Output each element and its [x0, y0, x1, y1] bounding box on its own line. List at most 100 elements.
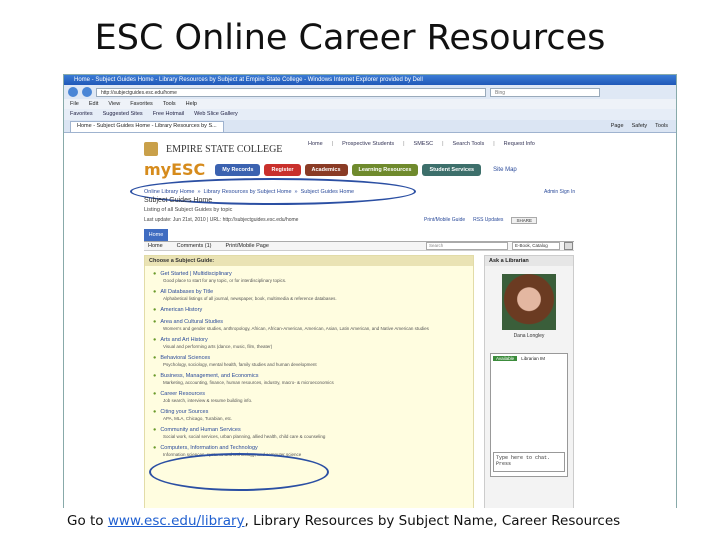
- guide-desc: Women's and gender studies, anthropology…: [163, 326, 429, 331]
- sub-toolbar: Home Comments (1) Print/Mobile Page: [144, 241, 574, 251]
- toplink-request-info[interactable]: Request Info: [504, 141, 535, 147]
- site-search-input[interactable]: Search: [426, 242, 508, 250]
- favorites-button[interactable]: Favorites: [70, 109, 93, 120]
- chat-widget: Available Librarian IM Type here to chat…: [490, 353, 568, 477]
- toplink-prospective[interactable]: Prospective Students: [342, 141, 394, 147]
- share-button[interactable]: SHARE: [511, 217, 537, 224]
- nav-register[interactable]: Register: [264, 163, 301, 176]
- safety-menu[interactable]: Safety: [632, 120, 648, 132]
- chat-title: Librarian IM: [521, 356, 545, 361]
- top-links: Home | Prospective Students | SMESC | Searc…: [308, 141, 535, 147]
- list-item: ● Area and Cultural Studies Women's and ge…: [153, 319, 473, 331]
- menu-tools[interactable]: Tools: [163, 99, 176, 109]
- page-title: Subject Guides Home: [144, 197, 213, 204]
- guide-link-career-resources[interactable]: Career Resources: [160, 391, 205, 397]
- highlight-oval-career: [149, 453, 329, 491]
- list-item: ● Community and Human Services Social work…: [153, 427, 473, 439]
- toplink-search-tools[interactable]: Search Tools: [453, 141, 485, 147]
- toplink-smesc[interactable]: SMESC: [414, 141, 434, 147]
- page-meta: Last update: Jun 21st, 2010 | URL: http:…: [144, 217, 299, 223]
- tab-bar: Home - Subject Guides Home - Library Res…: [64, 120, 676, 133]
- guide-link[interactable]: All Databases by Title: [160, 289, 213, 295]
- caption-prefix: Go to: [67, 513, 108, 529]
- site-logo[interactable]: EMPIRE STATE COLLEGE: [144, 139, 282, 159]
- list-item: ● Get Started | Multidisciplinary Good pla…: [153, 271, 473, 283]
- tools-menu[interactable]: Tools: [655, 120, 668, 132]
- subbar-home[interactable]: Home: [148, 242, 163, 250]
- guide-link[interactable]: Behavioral Sciences: [160, 355, 210, 361]
- menu-view[interactable]: View: [108, 99, 120, 109]
- browser-tab[interactable]: Home - Subject Guides Home - Library Res…: [70, 121, 224, 132]
- menu-edit[interactable]: Edit: [89, 99, 98, 109]
- admin-sign-in-link[interactable]: Admin Sign In: [544, 189, 575, 195]
- guide-desc: Marketing, accounting, finance, human re…: [163, 380, 334, 385]
- list-item: ● All Databases by Title Alphabetical list…: [153, 289, 473, 301]
- fav-suggested-sites[interactable]: Suggested Sites: [103, 109, 143, 120]
- page-menu[interactable]: Page: [611, 120, 624, 132]
- caption-suffix: , Library Resources by Subject Name, Car…: [244, 513, 621, 529]
- list-item: ● Citing your Sources APA, MLA, Chicago, T…: [153, 409, 473, 421]
- forward-icon[interactable]: [82, 87, 92, 97]
- browser-screenshot: Home - Subject Guides Home - Library Res…: [63, 74, 677, 534]
- library-link[interactable]: www.esc.edu/library: [108, 513, 245, 529]
- librarian-photo: [502, 274, 556, 330]
- fav-web-slice-gallery[interactable]: Web Slice Gallery: [194, 109, 238, 120]
- guide-desc: Visual and performing arts (dance, music…: [163, 344, 273, 349]
- guide-desc: Job search, interview & resume building …: [163, 398, 253, 403]
- nav-learning-resources[interactable]: Learning Resources: [351, 163, 419, 176]
- print-guide-link[interactable]: Print/Mobile Guide: [424, 217, 465, 224]
- slide-title: ESC Online Career Resources: [94, 18, 606, 58]
- toplink-home[interactable]: Home: [308, 141, 323, 147]
- web-page: EMPIRE STATE COLLEGE Home | Prospective S…: [64, 133, 676, 533]
- search-go-button[interactable]: [564, 242, 573, 250]
- list-item: ● Behavioral Sciences Psychology, sociolog…: [153, 355, 473, 367]
- menu-help[interactable]: Help: [186, 99, 197, 109]
- print-page-link[interactable]: Print/Mobile Page: [226, 242, 269, 250]
- myesc-logo[interactable]: myESC: [144, 160, 205, 179]
- guide-link[interactable]: Arts and Art History: [160, 337, 207, 343]
- page-subtitle: Listing of all Subject Guides by topic: [144, 207, 233, 213]
- menu-bar: File Edit View Favorites Tools Help: [64, 99, 676, 109]
- address-input[interactable]: http://subjectguides.esc.edu/home: [96, 87, 486, 97]
- chat-input[interactable]: Type here to chat. Press: [493, 452, 565, 472]
- search-input[interactable]: Bing: [490, 87, 600, 97]
- back-icon[interactable]: [68, 87, 78, 97]
- comments-link[interactable]: Comments (1): [177, 242, 212, 250]
- list-item: ● American History: [153, 307, 203, 313]
- ask-header: Ask a Librarian: [485, 256, 573, 266]
- menu-favorites[interactable]: Favorites: [130, 99, 153, 109]
- librarian-name: Dana Longley: [513, 333, 545, 339]
- guide-link[interactable]: Citing your Sources: [160, 409, 208, 415]
- nav-student-services[interactable]: Student Services: [422, 163, 482, 176]
- list-item: ● Career Resources Job search, interview &…: [153, 391, 473, 403]
- guide-desc: Alphabetical listings of all journal, ne…: [163, 296, 337, 301]
- list-item: ● Arts and Art History Visual and performi…: [153, 337, 473, 349]
- guide-link[interactable]: American History: [160, 307, 202, 313]
- tab-home[interactable]: Home: [144, 229, 168, 241]
- college-seal-icon: [144, 142, 158, 156]
- guide-desc: APA, MLA, Chicago, Turabian, etc.: [163, 416, 233, 421]
- rss-link[interactable]: RSS Updates: [473, 217, 503, 224]
- guide-link[interactable]: Community and Human Services: [160, 427, 240, 433]
- guide-link[interactable]: Business, Management, and Economics: [160, 373, 258, 379]
- address-bar-row: http://subjectguides.esc.edu/home Bing: [64, 85, 676, 99]
- guides-header: Choose a Subject Guide:: [145, 256, 473, 266]
- slide-caption: Go to www.esc.edu/library, Library Resou…: [63, 508, 677, 534]
- site-map-link[interactable]: Site Map: [493, 167, 517, 173]
- nav-academics[interactable]: Academics: [304, 163, 348, 176]
- guide-link[interactable]: Get Started | Multidisciplinary: [160, 271, 231, 277]
- window-title: Home - Subject Guides Home - Library Res…: [64, 75, 676, 85]
- site-nav: myESC My Records Register Academics Lear…: [144, 160, 517, 179]
- guide-desc: Social work, social services, urban plan…: [163, 434, 326, 439]
- guide-link[interactable]: Computers, Information and Technology: [160, 445, 257, 451]
- favorites-bar: Favorites Suggested Sites Free Hotmail W…: [64, 109, 676, 120]
- chat-status-badge: Available: [493, 356, 518, 361]
- subject-guides-box: Choose a Subject Guide: ● Get Started | M…: [144, 255, 474, 533]
- search-scope-select[interactable]: E-Book, Catalog: [512, 242, 560, 250]
- guide-desc: Good place to start for any topic, or fo…: [163, 278, 287, 283]
- menu-file[interactable]: File: [70, 99, 79, 109]
- nav-my-records[interactable]: My Records: [215, 163, 261, 176]
- ask-librarian-box: Ask a Librarian Dana Longley Available L…: [484, 255, 574, 533]
- fav-free-hotmail[interactable]: Free Hotmail: [153, 109, 184, 120]
- guide-link[interactable]: Area and Cultural Studies: [160, 319, 223, 325]
